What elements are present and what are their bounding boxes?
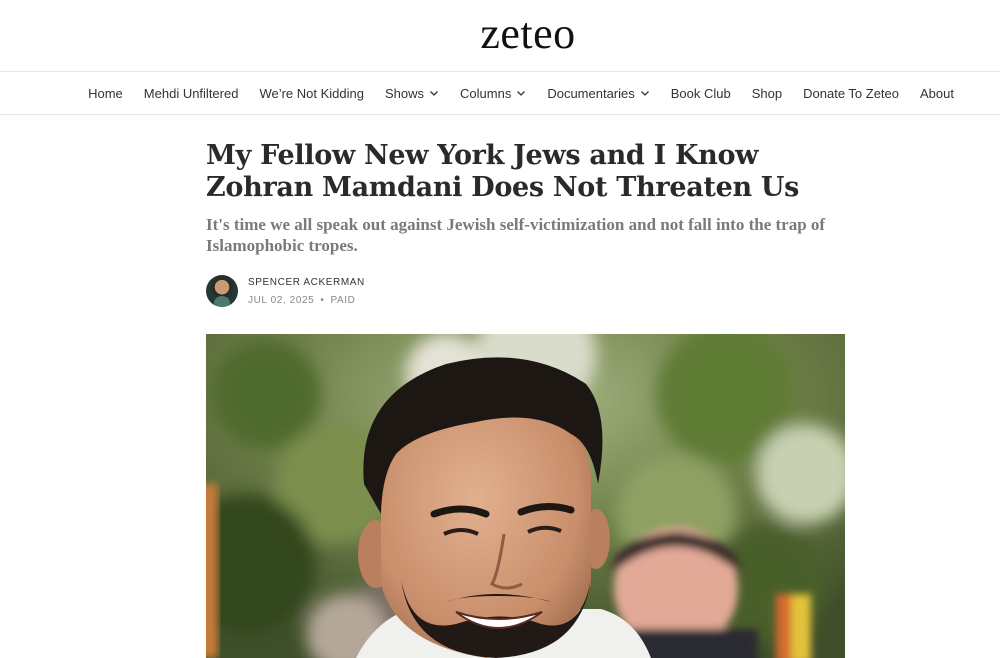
nav-item-book-club[interactable]: Book Club — [671, 86, 731, 101]
nav-item-label: Home — [88, 85, 123, 101]
post-meta: JUL 02, 2025 • PAID — [248, 295, 365, 306]
article-header: My Fellow New York Jews and I Know Zohra… — [206, 140, 846, 307]
nav-item-donate[interactable]: Donate To Zeteo — [803, 86, 899, 101]
nav-item-label: Shop — [751, 85, 783, 101]
chevron-down-icon — [640, 88, 650, 98]
nav-item-shop[interactable]: Shop — [752, 86, 782, 101]
article-title: My Fellow New York Jews and I Know Zohra… — [206, 140, 800, 203]
chevron-down-icon — [429, 88, 439, 98]
post-date: JUL 02, 2025 — [248, 294, 315, 306]
site-logo[interactable]: zeteo — [480, 8, 575, 59]
nav-item-label: Donate To Zeteo — [803, 85, 900, 101]
nav-item-columns[interactable]: Columns — [460, 86, 526, 101]
byline-text: SPENCER ACKERMAN JUL 02, 2025 • PAID — [248, 277, 365, 306]
nav-item-mehdi-unfiltered[interactable]: Mehdi Unfiltered — [144, 86, 239, 101]
nav-item-label: Shows — [385, 85, 425, 101]
author-avatar[interactable] — [206, 275, 238, 307]
nav-item-label: Mehdi Unfiltered — [143, 85, 239, 101]
nav-item-shows[interactable]: Shows — [385, 86, 439, 101]
nav-item-home[interactable]: Home — [88, 86, 123, 101]
nav-item-were-not-kidding[interactable]: We’re Not Kidding — [259, 86, 364, 101]
nav-item-label: Columns — [460, 85, 512, 101]
paid-badge: PAID — [330, 294, 356, 306]
author-name[interactable]: SPENCER ACKERMAN — [248, 277, 365, 288]
chevron-down-icon — [516, 88, 526, 98]
article-subtitle: It's time we all speak out against Jewis… — [206, 215, 826, 255]
meta-separator: • — [320, 294, 325, 306]
nav-item-label: Book Club — [670, 85, 731, 101]
nav-item-about[interactable]: About — [920, 86, 954, 101]
nav-item-label: Documentaries — [547, 85, 635, 101]
hero-image[interactable] — [206, 334, 845, 658]
nav-item-label: We’re Not Kidding — [259, 85, 364, 101]
byline: SPENCER ACKERMAN JUL 02, 2025 • PAID — [206, 275, 846, 307]
masthead: zeteo — [0, 0, 1000, 72]
main-nav: Home Mehdi Unfiltered We’re Not Kidding … — [0, 72, 1000, 115]
nav-item-documentaries[interactable]: Documentaries — [547, 86, 649, 101]
nav-item-label: About — [920, 85, 954, 101]
